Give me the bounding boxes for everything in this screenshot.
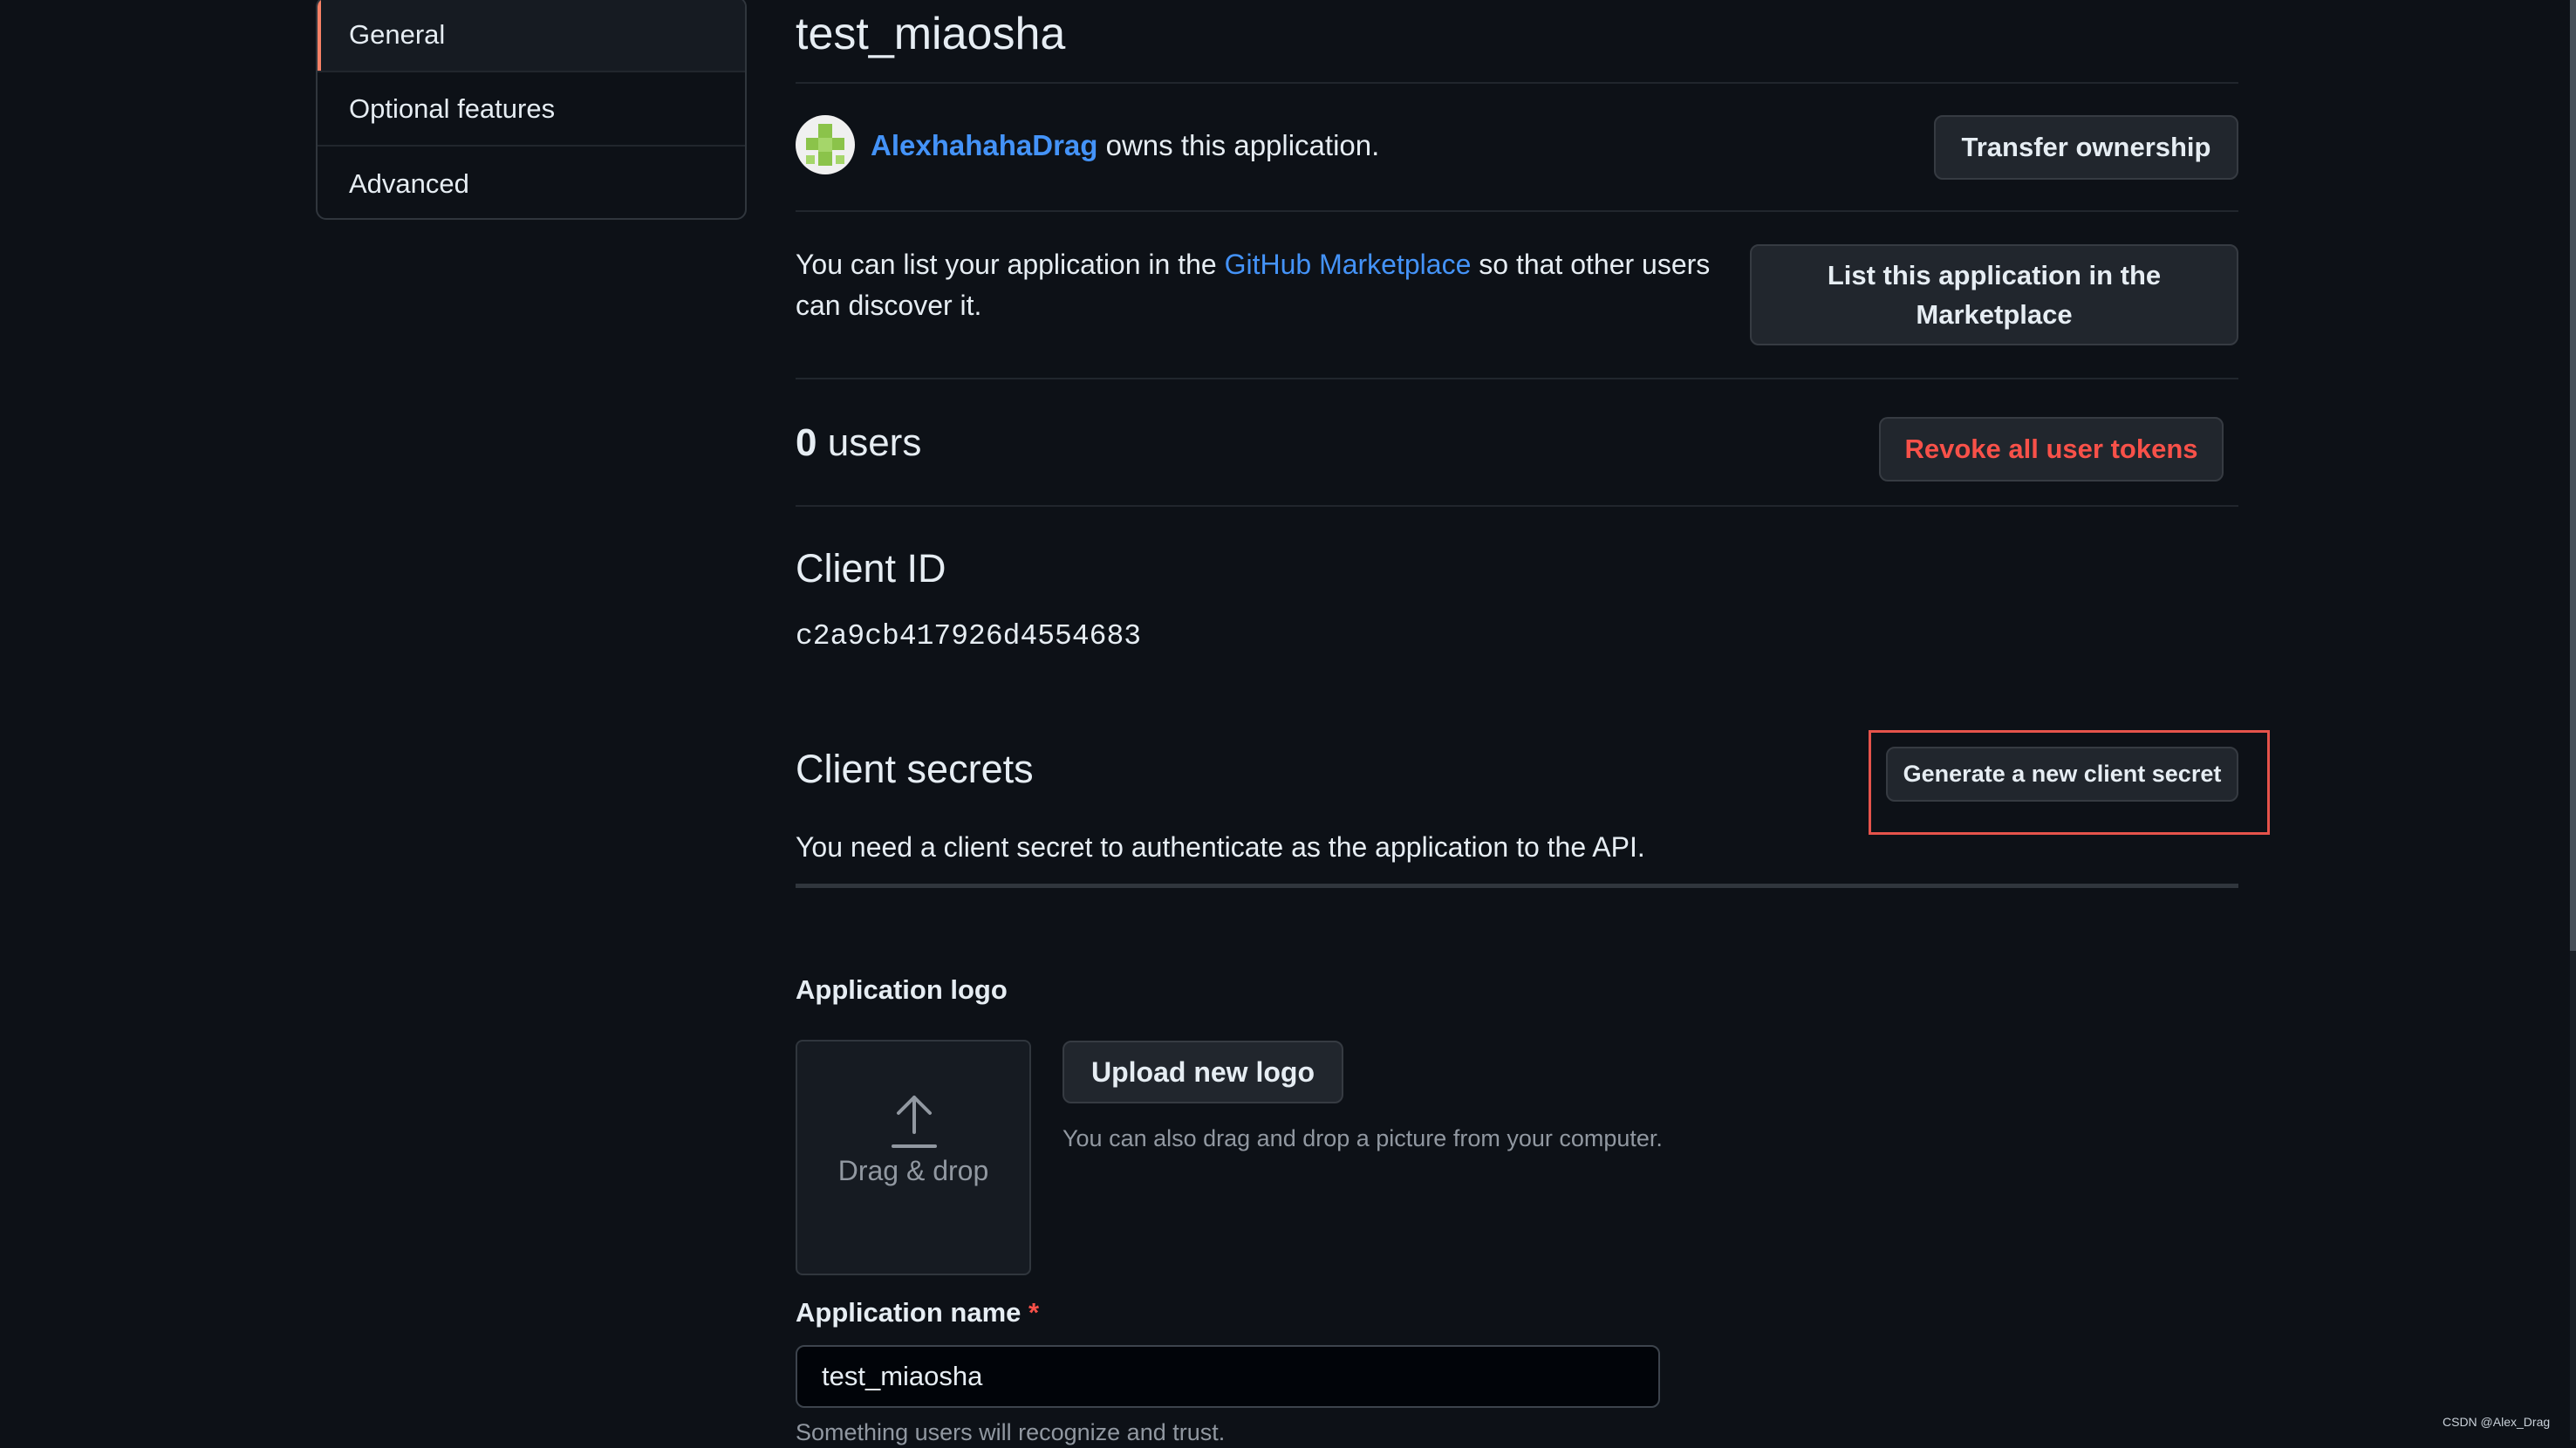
divider xyxy=(796,378,2238,379)
divider xyxy=(796,210,2238,212)
scrollbar-thumb[interactable] xyxy=(2570,0,2576,951)
application-name-label: Application name * xyxy=(796,1294,1039,1331)
users-count: 0 users xyxy=(796,417,921,469)
sidebar-item-label: Optional features xyxy=(349,92,556,124)
application-name-input[interactable]: test_miaosha xyxy=(796,1345,1660,1408)
application-name-hint: Something users will recognize and trust… xyxy=(796,1419,1226,1445)
identicon-avatar-icon xyxy=(796,115,855,174)
users-count-label: users xyxy=(827,421,922,464)
sidebar-item-advanced[interactable]: Advanced xyxy=(318,147,745,218)
section-divider xyxy=(796,884,2238,888)
settings-sidebar: General Optional features Advanced xyxy=(316,0,747,220)
list-in-marketplace-button[interactable]: List this application in the Marketplace xyxy=(1750,244,2238,345)
logo-hint: You can also drag and drop a picture fro… xyxy=(1063,1125,1663,1151)
marketplace-prefix: You can list your application in the xyxy=(796,249,1217,280)
client-secrets-heading: Client secrets xyxy=(796,747,1034,791)
transfer-ownership-button[interactable]: Transfer ownership xyxy=(1934,115,2238,180)
avatar[interactable] xyxy=(796,115,855,174)
owner-link[interactable]: AlexhahahaDrag xyxy=(871,129,1097,161)
application-name-label-text: Application name xyxy=(796,1297,1022,1328)
marketplace-description: You can list your application in the Git… xyxy=(796,244,1755,326)
client-id-heading: Client ID xyxy=(796,546,946,591)
users-count-number: 0 xyxy=(796,421,817,464)
client-id-value: c2a9cb417926d4554683 xyxy=(796,620,1142,652)
application-name-value: test_miaosha xyxy=(822,1361,983,1391)
sidebar-item-general[interactable]: General xyxy=(318,0,745,72)
divider xyxy=(796,82,2238,84)
logo-dropzone[interactable]: Drag & drop xyxy=(796,1040,1031,1275)
upload-arrow-icon xyxy=(892,1096,937,1148)
client-secrets-description: You need a client secret to authenticate… xyxy=(796,831,1645,863)
application-logo-heading: Application logo xyxy=(796,974,1008,1005)
upload-new-logo-button[interactable]: Upload new logo xyxy=(1063,1041,1343,1103)
sidebar-item-label: Advanced xyxy=(349,167,469,199)
owner-suffix: owns this application. xyxy=(1105,129,1380,161)
github-marketplace-link[interactable]: GitHub Marketplace xyxy=(1225,249,1472,280)
sidebar-item-optional-features[interactable]: Optional features xyxy=(318,72,745,147)
owner-line: AlexhahahaDrag owns this application. xyxy=(871,125,1379,166)
required-marker: * xyxy=(1028,1297,1040,1328)
generate-client-secret-button[interactable]: Generate a new client secret xyxy=(1886,747,2238,802)
scrollbar-track[interactable] xyxy=(2570,0,2576,1440)
dropzone-label: Drag & drop xyxy=(837,1155,989,1186)
revoke-all-user-tokens-button[interactable]: Revoke all user tokens xyxy=(1879,417,2224,482)
divider xyxy=(796,505,2238,507)
watermark: CSDN @Alex_Drag xyxy=(2443,1415,2551,1429)
page-title: test_miaosha xyxy=(796,9,1066,59)
sidebar-item-label: General xyxy=(349,18,446,50)
